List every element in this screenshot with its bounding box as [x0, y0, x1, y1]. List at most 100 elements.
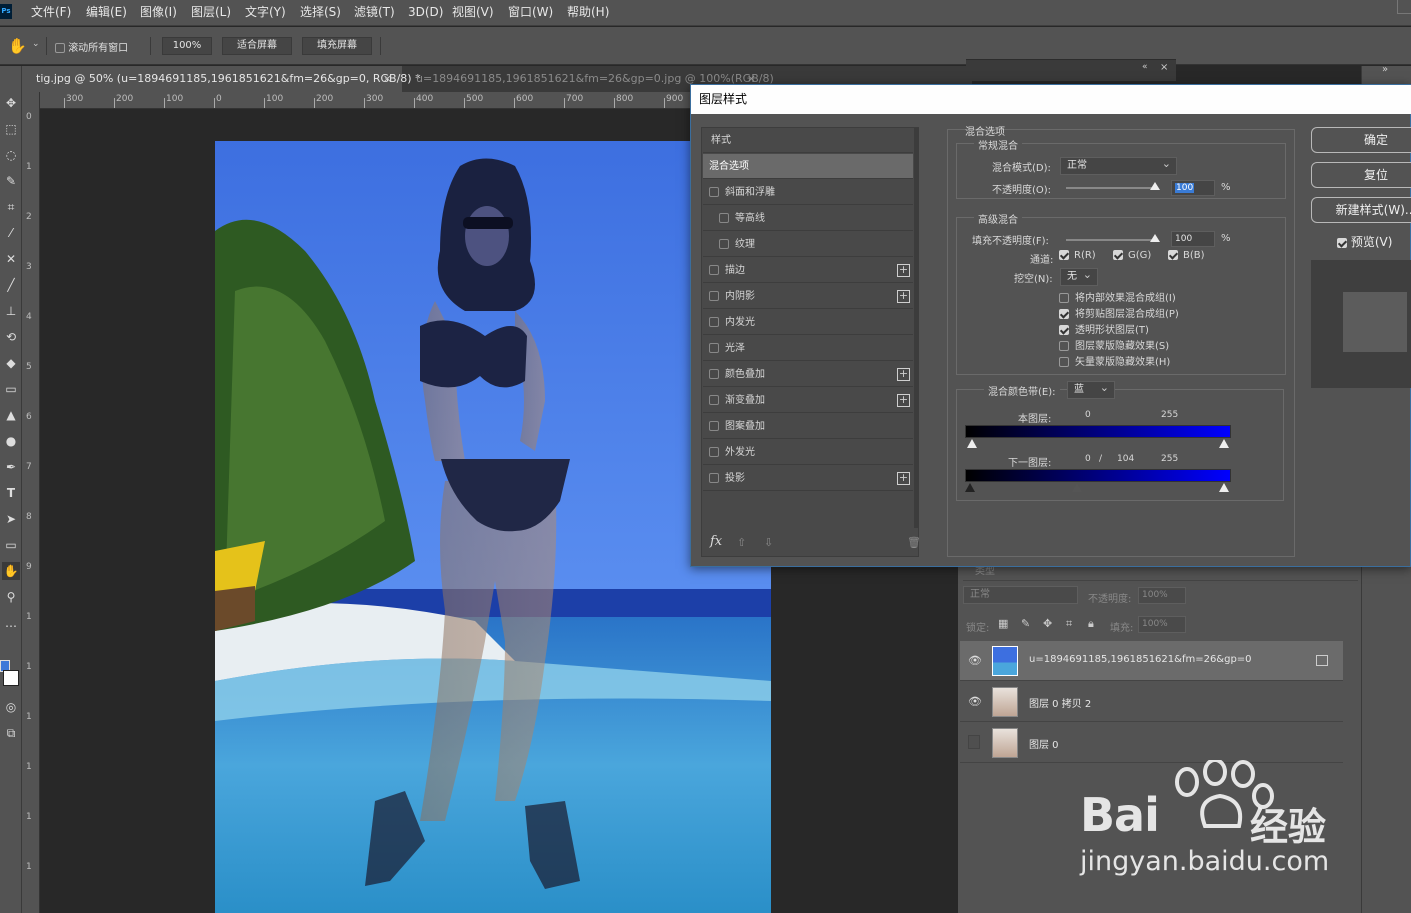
more-tools-icon[interactable]: … — [2, 614, 20, 632]
menu-item[interactable]: 3D(D) — [408, 0, 443, 26]
style-item[interactable]: 颜色叠加 + — [703, 362, 913, 387]
add-effect-icon[interactable]: + — [897, 472, 910, 485]
trash-icon[interactable]: 🗑︎ — [907, 536, 921, 549]
style-item[interactable]: 光泽 — [703, 336, 913, 361]
eraser-tool-icon[interactable]: ◆ — [2, 354, 20, 372]
advanced-option-checkbox[interactable]: 将内部效果混合成组(I) — [1059, 289, 1176, 304]
fill-opacity-slider[interactable] — [1066, 234, 1160, 242]
channel-checkbox[interactable]: R(R) — [1059, 250, 1096, 261]
checkbox-icon[interactable] — [709, 369, 719, 379]
styles-scrollbar[interactable] — [914, 128, 919, 528]
checkbox-icon[interactable] — [709, 447, 719, 457]
dodge-tool-icon[interactable]: ● — [2, 432, 20, 450]
checkbox-icon[interactable] — [709, 291, 719, 301]
checkbox-icon[interactable] — [1337, 237, 1347, 248]
opacity-field[interactable]: 100 — [1171, 180, 1215, 196]
style-item[interactable]: 内阴影 + — [703, 284, 913, 309]
checkbox-icon[interactable] — [1168, 250, 1178, 260]
fill-opacity-field[interactable]: 100 — [1171, 231, 1215, 247]
advanced-option-checkbox[interactable]: 图层蒙版隐藏效果(S) — [1059, 337, 1169, 352]
reset-button[interactable]: 复位 — [1311, 162, 1411, 188]
history-brush-tool-icon[interactable]: ⟲ — [2, 328, 20, 346]
underlying-black-slider-right[interactable] — [1072, 483, 1082, 492]
opacity-slider[interactable] — [1066, 182, 1160, 190]
healing-tool-icon[interactable]: ✕ — [2, 250, 20, 268]
slider-knob[interactable] — [1150, 234, 1160, 242]
this-layer-black-slider[interactable] — [967, 439, 977, 448]
lasso-tool-icon[interactable]: ◌ — [2, 146, 20, 164]
channel-checkbox[interactable]: B(B) — [1168, 250, 1205, 261]
layer-row[interactable]: 👁︎ 图层 0 拷贝 2 — [960, 682, 1343, 722]
layer-row-selected[interactable]: 👁︎ u=1894691185,1961851621&fm=26&gp=0 — [960, 641, 1343, 681]
layer-blend-mode-select[interactable]: 正常 — [963, 586, 1078, 604]
style-item[interactable]: 图案叠加 — [703, 414, 913, 439]
type-tool-icon[interactable]: T — [2, 484, 20, 502]
add-effect-icon[interactable]: + — [897, 290, 910, 303]
checkbox-icon[interactable] — [1059, 325, 1069, 335]
style-item[interactable]: 等高线 — [703, 206, 913, 231]
blend-mode-select[interactable]: 正常 — [1060, 156, 1177, 175]
checkbox-icon[interactable] — [55, 43, 65, 53]
menu-item[interactable]: 图层(L) — [191, 0, 231, 26]
menu-item[interactable]: 文件(F) — [31, 0, 71, 26]
preview-checkbox[interactable]: 预览(V) — [1337, 233, 1392, 250]
menu-item[interactable]: 窗口(W) — [508, 0, 553, 26]
pen-tool-icon[interactable]: ✒ — [2, 458, 20, 476]
marquee-tool-icon[interactable]: ⬚ — [2, 120, 20, 138]
chevron-down-icon[interactable]: ⌄ — [32, 39, 40, 49]
checkbox-icon[interactable] — [709, 421, 719, 431]
slider-knob[interactable] — [1150, 182, 1160, 190]
styles-header[interactable]: 样式 — [703, 128, 913, 153]
shape-tool-icon[interactable]: ▭ — [2, 536, 20, 554]
background-color-swatch[interactable] — [3, 670, 19, 686]
style-item[interactable]: 外发光 — [703, 440, 913, 465]
move-down-icon[interactable]: ⇩ — [764, 536, 773, 549]
layer-opacity-field[interactable]: 100% — [1138, 587, 1186, 604]
add-effect-icon[interactable]: + — [897, 264, 910, 277]
menu-item[interactable]: 帮助(H) — [567, 0, 609, 26]
close-panel-icon[interactable]: × — [1160, 62, 1168, 73]
checkbox-icon[interactable] — [709, 473, 719, 483]
ok-button[interactable]: 确定 — [1311, 127, 1411, 153]
tab-tig-jpg[interactable]: tig.jpg @ 50% (u=1894691185,1961851621&f… — [22, 66, 421, 92]
gradient-tool-icon[interactable]: ▭ — [2, 380, 20, 398]
quick-mask-icon[interactable]: ◎ — [2, 698, 20, 716]
menu-item[interactable]: 视图(V) — [452, 0, 494, 26]
zoom-100-button[interactable]: 100% — [162, 37, 212, 55]
advanced-option-checkbox[interactable]: 透明形状图层(T) — [1059, 321, 1149, 336]
zoom-tool-icon[interactable]: ⚲ — [2, 588, 20, 606]
checkbox-icon[interactable] — [1059, 250, 1069, 260]
style-item[interactable]: 渐变叠加 + — [703, 388, 913, 413]
lock-all-icon[interactable]: 🔒︎ — [1088, 617, 1094, 631]
underlying-black-slider-left[interactable] — [965, 483, 975, 492]
style-item[interactable]: 混合选项 — [703, 154, 913, 179]
menu-item[interactable]: 编辑(E) — [86, 0, 127, 26]
blend-if-select[interactable]: 蓝 — [1067, 380, 1115, 399]
menu-item[interactable]: 选择(S) — [300, 0, 341, 26]
checkbox-icon[interactable] — [709, 265, 719, 275]
visibility-eye-icon[interactable]: 👁︎ — [968, 696, 982, 708]
layer-fill-field[interactable]: 100% — [1138, 616, 1186, 633]
document-image[interactable] — [215, 141, 771, 913]
style-item[interactable]: 纹理 — [703, 232, 913, 257]
add-effect-icon[interactable]: + — [897, 394, 910, 407]
move-tool-icon[interactable]: ✥ — [2, 94, 20, 112]
checkbox-icon[interactable] — [1059, 341, 1069, 351]
lock-artboard-icon[interactable]: ⌗ — [1066, 617, 1072, 631]
checkbox-icon[interactable] — [1059, 293, 1069, 303]
lock-position-icon[interactable]: ✥ — [1043, 617, 1052, 630]
quick-select-tool-icon[interactable]: ✎ — [2, 172, 20, 190]
crop-tool-icon[interactable]: ⌗ — [2, 198, 20, 216]
collapse-panel-icon[interactable]: » — [1382, 64, 1388, 75]
stamp-tool-icon[interactable]: ⊥ — [2, 302, 20, 320]
advanced-option-checkbox[interactable]: 矢量蒙版隐藏效果(H) — [1059, 353, 1170, 368]
menu-item[interactable]: 文字(Y) — [245, 0, 286, 26]
new-style-button[interactable]: 新建样式(W)... — [1311, 197, 1411, 223]
advanced-option-checkbox[interactable]: 将剪贴图层混合成组(P) — [1059, 305, 1179, 320]
lock-pixels-icon[interactable]: ✎ — [1021, 617, 1030, 630]
screen-mode-icon[interactable]: ⧉ — [2, 724, 20, 742]
add-effect-icon[interactable]: + — [897, 368, 910, 381]
checkbox-icon[interactable] — [709, 343, 719, 353]
underlying-white-slider[interactable] — [1219, 483, 1229, 492]
checkbox-icon[interactable] — [709, 187, 719, 197]
